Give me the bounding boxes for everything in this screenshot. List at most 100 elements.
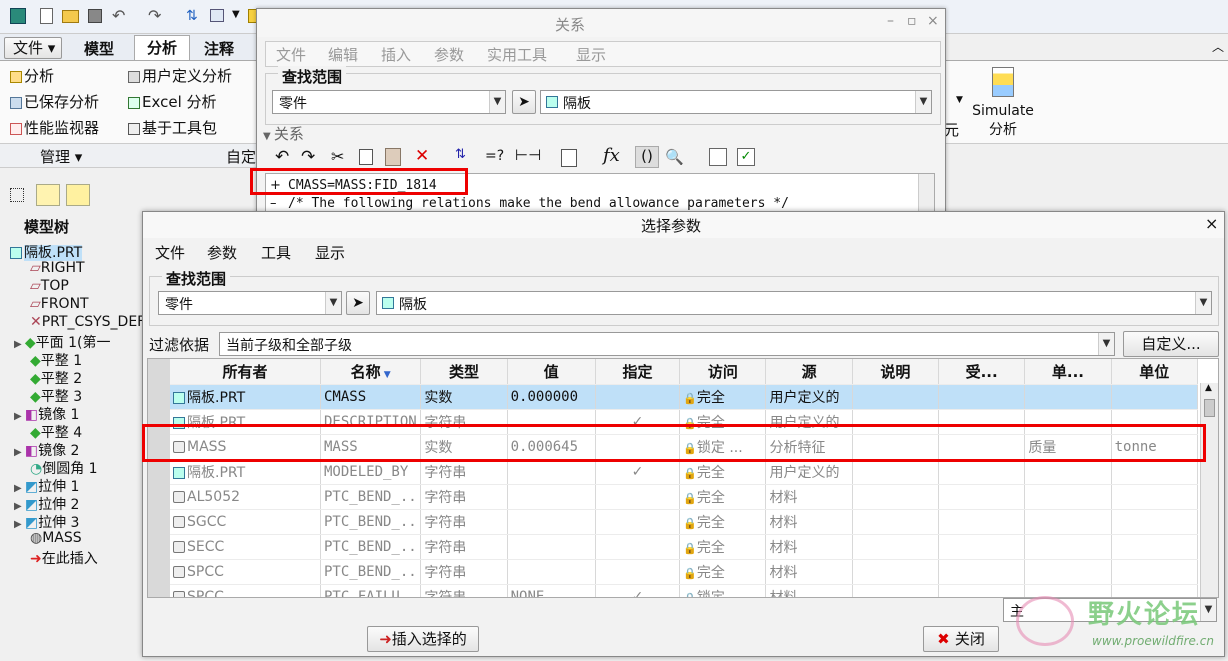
tree-item-extrude3[interactable]: ▶ ◩拉伸 3 — [14, 512, 79, 531]
table-row[interactable]: 隔板.PRT CMASS 实数 0.000000 🔒完全 用户定义的 — [170, 384, 1199, 410]
lock-icon[interactable]: 🔍 — [665, 148, 684, 166]
layer-icon[interactable] — [36, 184, 60, 206]
table-row[interactable]: 隔板.PRT MODELED_BY 字符串 ✓ 🔒完全 用户定义的 — [170, 459, 1199, 485]
tree-item-flat2[interactable]: ◆平整 2 — [30, 368, 82, 387]
save-icon[interactable] — [88, 9, 102, 23]
restore-icon[interactable]: ︿ — [1212, 38, 1224, 55]
scroll-up-icon[interactable]: ▲ — [1205, 383, 1212, 393]
tab-annotate[interactable]: 注释 — [204, 38, 234, 59]
expand-icon[interactable]: ▶ — [14, 411, 25, 422]
col-access[interactable]: 访问 — [679, 359, 767, 385]
windows-icon[interactable] — [210, 9, 224, 22]
params-scope-type-select[interactable]: 零件 ▼ — [158, 291, 342, 315]
tree-item-root[interactable]: 隔板.PRT — [10, 242, 83, 261]
col-unit-quantity[interactable]: 单... — [1024, 359, 1112, 385]
analysis-button[interactable]: 分析 — [10, 65, 54, 86]
tree-item-flat3[interactable]: ◆平整 3 — [30, 386, 82, 405]
col-source[interactable]: 源 — [765, 359, 853, 385]
new-icon[interactable] — [40, 8, 53, 24]
scroll-thumb[interactable] — [1204, 399, 1215, 417]
col-designated[interactable]: 指定 — [595, 359, 681, 385]
pick-arrow-button[interactable]: ➤ — [346, 291, 370, 315]
redo-icon[interactable]: ↷ — [301, 147, 315, 167]
tree-item-top[interactable]: ▱TOP — [30, 278, 69, 296]
params-scope-value-select[interactable]: 隔板 ▼ — [376, 291, 1212, 315]
tree-item-csys[interactable]: ✕PRT_CSYS_DEF — [30, 314, 145, 332]
simulate-dropdown-icon[interactable]: ▼ — [956, 95, 963, 105]
relations-section-header[interactable]: ▼ 关系 — [263, 123, 304, 144]
maximize-icon[interactable]: ▫ — [907, 13, 917, 29]
menu-params[interactable]: 参数 — [434, 44, 464, 65]
tab-analysis[interactable]: 分析 — [134, 35, 190, 61]
relations-titlebar[interactable]: 关系 – ▫ × — [257, 9, 945, 37]
tree-item-flat1[interactable]: ◆平整 1 — [30, 350, 82, 369]
delete-icon[interactable]: ✕ — [415, 146, 429, 166]
menu-params[interactable]: 参数 — [207, 242, 237, 263]
menu-file[interactable]: 文件 — [276, 44, 306, 65]
col-name[interactable]: 名称 ▼ — [320, 359, 422, 385]
menu-display[interactable]: 显示 — [576, 44, 606, 65]
close-button[interactable]: ✖ 关闭 — [923, 626, 999, 652]
close-icon[interactable]: × — [927, 13, 939, 29]
grid-vscrollbar[interactable]: ▲ — [1200, 383, 1218, 597]
app-icon[interactable] — [10, 8, 26, 24]
tree-item-mirror2[interactable]: ▶ ◧镜像 2 — [14, 440, 79, 459]
performance-monitor-button[interactable]: 性能监视器 — [10, 117, 99, 138]
col-type[interactable]: 类型 — [420, 359, 508, 385]
sort-icon[interactable]: ⇅ — [455, 147, 466, 162]
tab-model[interactable]: 模型 — [84, 38, 114, 59]
tree-item-plane1[interactable]: ▶ ◆平面 1(第一 — [14, 332, 110, 351]
filter-select[interactable]: 当前子级和全部子级 ▼ — [219, 332, 1115, 356]
table-row[interactable]: SGCC PTC_BEND_... 字符串 🔒完全 材料 — [170, 509, 1199, 535]
expand-icon[interactable]: ▶ — [14, 483, 25, 494]
insert-selected-button[interactable]: ➜插入选择的 — [367, 626, 479, 652]
menu-insert[interactable]: 插入 — [381, 44, 411, 65]
tree-item-front[interactable]: ▱FRONT — [30, 296, 89, 314]
tree-item-flat4[interactable]: ◆平整 4 — [30, 422, 82, 441]
excel-analysis-button[interactable]: Excel 分析 — [128, 91, 217, 112]
col-value[interactable]: 值 — [507, 359, 596, 385]
expand-icon[interactable]: ▶ — [14, 339, 25, 350]
customize-button[interactable]: 自定义... — [1123, 331, 1219, 357]
menu-edit[interactable]: 编辑 — [328, 44, 358, 65]
table-row[interactable]: SECC PTC_BEND_... 字符串 🔒完全 材料 — [170, 534, 1199, 560]
minimize-icon[interactable]: – — [887, 13, 894, 29]
menu-tools[interactable]: 工具 — [261, 242, 291, 263]
params-titlebar[interactable]: 选择参数 × — [143, 212, 1224, 238]
relations-scope-value-select[interactable]: 隔板 ▼ — [540, 90, 932, 114]
user-defined-analysis-button[interactable]: 用户定义分析 — [128, 65, 232, 86]
check-icon[interactable]: ✓ — [737, 148, 755, 166]
tree-item-round1[interactable]: ◔倒圆角 1 — [30, 458, 98, 477]
col-description[interactable]: 说明 — [852, 359, 940, 385]
regen-icon[interactable]: ⇅ — [186, 8, 198, 24]
function-icon[interactable]: fx — [603, 145, 620, 166]
undo-icon[interactable]: ↶ — [275, 147, 289, 167]
dropdown-arrow-icon[interactable]: ▼ — [232, 9, 240, 20]
redo-icon[interactable]: ↷ — [148, 6, 161, 25]
brackets-icon[interactable]: () — [635, 146, 659, 168]
toolkit-button[interactable]: 基于工具包 — [128, 117, 217, 138]
col-unit[interactable]: 单位 — [1111, 359, 1199, 385]
group-manage[interactable]: 管理 ▾ — [40, 146, 82, 167]
cut-icon[interactable]: ✂ — [331, 147, 344, 166]
open-icon[interactable] — [62, 10, 79, 23]
tree-item-mass[interactable]: ◍MASS — [30, 530, 82, 548]
table-row[interactable]: SPCC PTC_BEND_... 字符串 🔒完全 材料 — [170, 559, 1199, 585]
pick-arrow-button[interactable]: ➤ — [512, 90, 536, 114]
tree-item-extrude1[interactable]: ▶ ◩拉伸 1 — [14, 476, 79, 495]
menu-display[interactable]: 显示 — [315, 242, 345, 263]
col-restricted[interactable]: 受... — [938, 359, 1026, 385]
tab-file[interactable]: 文件 ▾ — [4, 37, 62, 59]
table-row[interactable]: AL5052 PTC_BEND_... 字符串 🔒完全 材料 — [170, 484, 1199, 510]
tree-item-right[interactable]: ▱RIGHT — [30, 260, 85, 278]
col-owner[interactable]: 所有者 — [170, 359, 321, 385]
expand-icon[interactable]: ▶ — [14, 447, 25, 458]
collapse-minus-icon[interactable]: – — [270, 196, 277, 211]
tree-item-insert-here[interactable]: ➜在此插入 — [30, 548, 98, 567]
relations-scope-type-select[interactable]: 零件 ▼ — [272, 90, 506, 114]
menu-utilities[interactable]: 实用工具 — [487, 44, 547, 65]
menu-file[interactable]: 文件 — [155, 242, 185, 263]
close-icon[interactable]: × — [1205, 214, 1218, 233]
verify-icon[interactable] — [561, 149, 577, 167]
folder-icon[interactable] — [66, 184, 90, 206]
